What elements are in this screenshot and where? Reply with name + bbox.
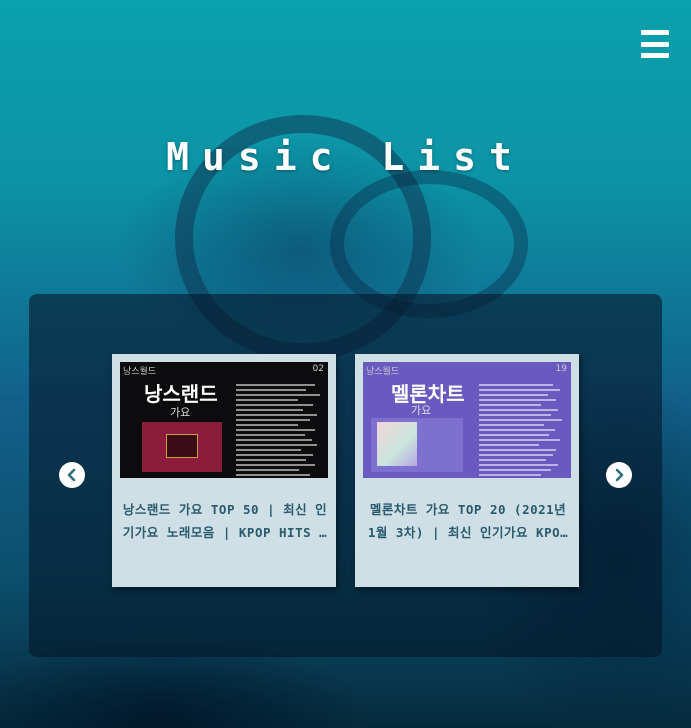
thumbnail-brand: 낭스랜드 xyxy=(144,382,218,406)
music-card[interactable]: 낭스월드 02 낭스랜드 가요 낭스랜드 가요 TOP 50 | 최신 인기가요… xyxy=(112,354,336,587)
thumbnail-source: 낭스월드 xyxy=(123,367,157,377)
hamburger-menu-icon[interactable] xyxy=(641,30,669,58)
chevron-left-icon xyxy=(67,468,76,482)
menu-bar xyxy=(641,30,669,35)
music-card[interactable]: 낭스월드 19 멜론차트 가요 멜론차트 가요 TOP 20 (2021년 1월… xyxy=(355,354,579,587)
menu-bar xyxy=(641,53,669,58)
card-title[interactable]: 멜론차트 가요 TOP 20 (2021년 1월 3차) | 최신 인기가요 K… xyxy=(365,498,571,544)
thumbnail-genre: 가요 xyxy=(170,406,191,419)
tracklist-graphic xyxy=(479,384,567,478)
thumbnail-source: 낭스월드 xyxy=(366,367,400,377)
carousel-next-button[interactable] xyxy=(606,462,632,488)
thumbnail-number: 19 xyxy=(555,364,567,374)
thumbnail-genre: 가요 xyxy=(411,404,432,417)
playlist-thumbnail[interactable]: 낭스월드 19 멜론차트 가요 xyxy=(363,362,571,478)
page-title: Music List xyxy=(166,135,525,179)
menu-bar xyxy=(641,41,669,47)
album-art xyxy=(142,422,222,472)
album-art xyxy=(371,418,463,472)
card-title[interactable]: 낭스랜드 가요 TOP 50 | 최신 인기가요 노래모음 | KPOP HIT… xyxy=(122,498,328,544)
playlist-thumbnail[interactable]: 낭스월드 02 낭스랜드 가요 xyxy=(120,362,328,478)
chevron-right-icon xyxy=(615,468,624,482)
tracklist-graphic xyxy=(236,384,324,478)
carousel-prev-button[interactable] xyxy=(59,462,85,488)
thumbnail-number: 02 xyxy=(312,364,324,374)
